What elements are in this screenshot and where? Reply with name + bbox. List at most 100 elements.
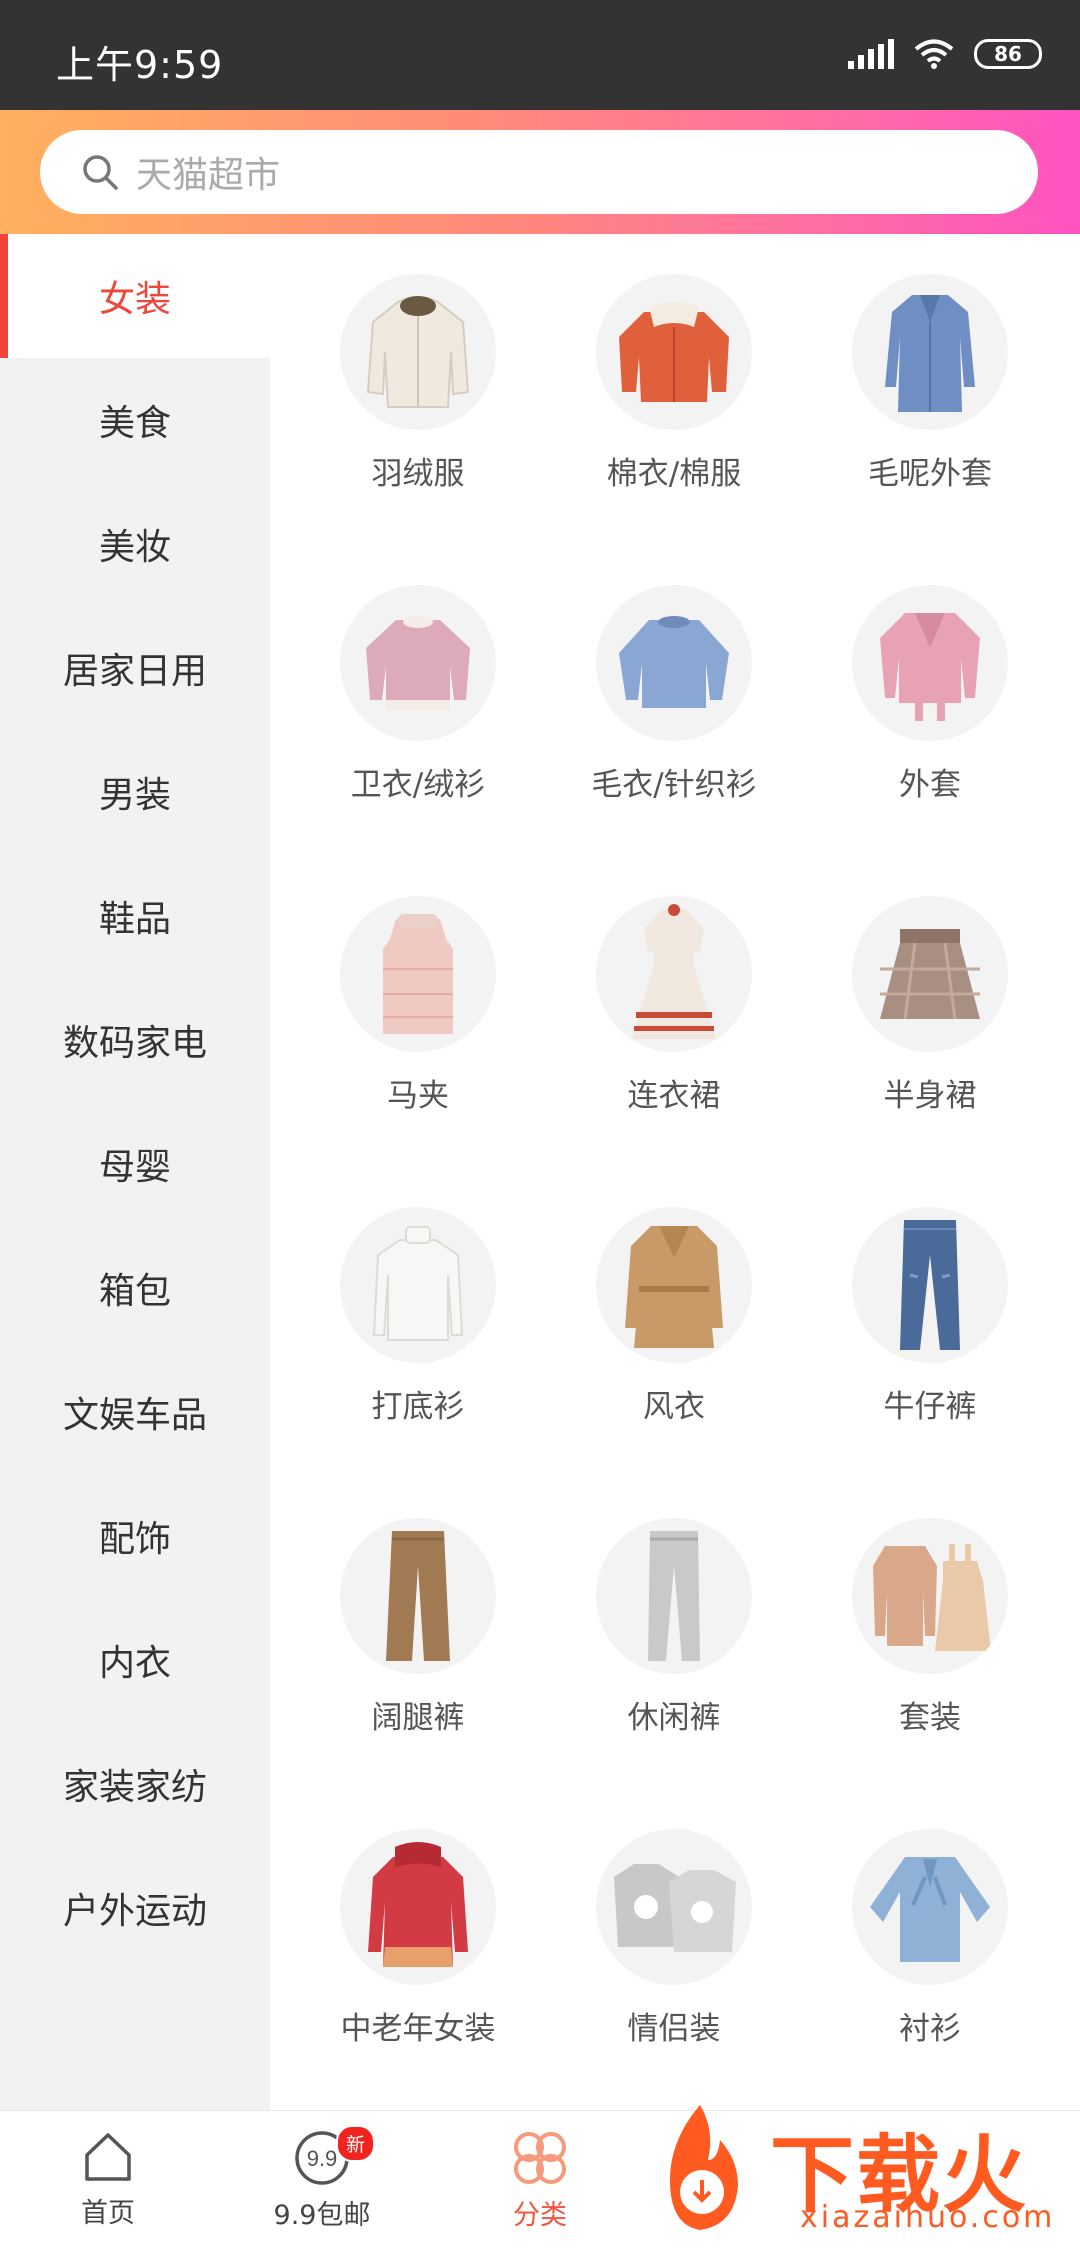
elder-coat-icon: [368, 1842, 468, 1967]
sidebar-item-home[interactable]: 居家日用: [0, 606, 270, 730]
tab-label: 9.9包邮: [273, 2200, 371, 2231]
subcategory-grid: 羽绒服 棉衣/棉服 毛呢外套 卫衣/绒衫 毛衣/针织衫 外套 马夹 连衣裙 半身…: [270, 274, 1080, 2048]
subcategory-item[interactable]: 中老年女装: [290, 1829, 546, 2048]
subcategory-item[interactable]: 棉衣/棉服: [546, 274, 802, 493]
down-jacket-icon: [366, 296, 470, 408]
sidebar-item-culture-car[interactable]: 文娱车品: [0, 1350, 270, 1474]
watermark-url: xiazaihuo.com: [800, 2200, 1056, 2235]
status-icons: 86: [848, 38, 1042, 70]
sidebar-item-accessories[interactable]: 配饰: [0, 1474, 270, 1598]
sidebar-item-underwear[interactable]: 内衣: [0, 1598, 270, 1722]
sidebar-item-home-textile[interactable]: 家装家纺: [0, 1722, 270, 1846]
thumb: [340, 1518, 496, 1674]
tab-nine-nine[interactable]: 9.9 新 9.9包邮: [242, 2125, 402, 2232]
jeans-icon: [900, 1220, 960, 1350]
sidebar-item-outdoor[interactable]: 户外运动: [0, 1846, 270, 1970]
thumb: [340, 1207, 496, 1363]
subcategory-label: 半身裙: [883, 1078, 977, 1114]
sidebar-item-women[interactable]: 女装: [0, 234, 270, 358]
sidebar-item-food[interactable]: 美食: [0, 358, 270, 482]
sidebar-item-men[interactable]: 男装: [0, 730, 270, 854]
subcategory-item[interactable]: 衬衫: [802, 1829, 1058, 2048]
subcategory-item[interactable]: 羽绒服: [290, 274, 546, 493]
subcategory-item[interactable]: 阔腿裤: [290, 1518, 546, 1737]
sweater-icon: [619, 616, 729, 708]
sidebar-item-shoes[interactable]: 鞋品: [0, 854, 270, 978]
sidebar-item-digital[interactable]: 数码家电: [0, 978, 270, 1102]
subcategory-item[interactable]: 休闲裤: [546, 1518, 802, 1737]
subcategory-item[interactable]: 马夹: [290, 896, 546, 1115]
search-placeholder: 天猫超市: [136, 155, 281, 196]
thumb: [596, 1518, 752, 1674]
subcategory-label: 情侣装: [627, 2011, 721, 2047]
svg-text:9.9: 9.9: [307, 2146, 338, 2171]
watermark-logo: 下载火 xiazaihuo.com: [640, 2100, 1080, 2248]
subcategory-item[interactable]: 毛衣/针织衫: [546, 585, 802, 804]
subcategory-label: 休闲裤: [627, 1700, 721, 1736]
thumb: [596, 896, 752, 1052]
signal-icon: [848, 39, 894, 69]
thumb: [852, 1829, 1008, 1985]
tab-home[interactable]: 首页: [28, 2129, 188, 2230]
subcategory-label: 风衣: [643, 1389, 705, 1425]
subcategory-label: 马夹: [387, 1078, 449, 1114]
flame-logo-icon: [670, 2105, 738, 2230]
subcategory-label: 牛仔裤: [883, 1389, 977, 1425]
wifi-icon: [914, 39, 954, 69]
search-input[interactable]: 天猫超市: [40, 130, 1038, 214]
trench-coat-icon: [625, 1225, 723, 1348]
sweatshirt-icon: [366, 616, 470, 710]
wool-coat-icon: [885, 295, 975, 412]
subcategory-item[interactable]: 卫衣/绒衫: [290, 585, 546, 804]
subcategory-label: 棉衣/棉服: [606, 456, 742, 492]
category-content: 羽绒服 棉衣/棉服 毛呢外套 卫衣/绒衫 毛衣/针织衫 外套 马夹 连衣裙 半身…: [270, 234, 1080, 2110]
subcategory-label: 套装: [899, 1700, 961, 1736]
subcategory-item[interactable]: 套装: [802, 1518, 1058, 1737]
thumb: [852, 585, 1008, 741]
subcategory-label: 卫衣/绒衫: [350, 767, 486, 803]
subcategory-label: 连衣裙: [627, 1078, 721, 1114]
subcategory-label: 打底衫: [371, 1389, 465, 1425]
suit-set-icon: [873, 1544, 991, 1651]
sidebar-item-baby[interactable]: 母婴: [0, 1102, 270, 1226]
subcategory-label: 外套: [899, 767, 961, 803]
subcategory-item[interactable]: 情侣装: [546, 1829, 802, 2048]
new-badge: 新: [336, 2125, 376, 2162]
sidebar-item-bags[interactable]: 箱包: [0, 1226, 270, 1350]
subcategory-label: 毛呢外套: [868, 456, 992, 492]
category-sidebar: 女装 美食 美妆 居家日用 男装 鞋品 数码家电 母婴 箱包 文娱车品 配饰 内…: [0, 234, 270, 2110]
thumb: [596, 585, 752, 741]
subcategory-item[interactable]: 半身裙: [802, 896, 1058, 1115]
thumb: [340, 274, 496, 430]
cotton-coat-icon: [619, 302, 729, 402]
subcategory-item[interactable]: 打底衫: [290, 1207, 546, 1426]
thumb: [340, 585, 496, 741]
status-bar: 上午9:59 86: [0, 0, 1080, 110]
tab-category[interactable]: 分类: [460, 2129, 620, 2232]
subcategory-item[interactable]: 风衣: [546, 1207, 802, 1426]
thumb: [852, 274, 1008, 430]
couple-hoodie-icon: [614, 1864, 736, 1952]
blouse-icon: [870, 1857, 990, 1962]
thumb: [596, 1207, 752, 1363]
subcategory-item[interactable]: 牛仔裤: [802, 1207, 1058, 1426]
subcategory-item[interactable]: 毛呢外套: [802, 274, 1058, 493]
thumb: [852, 896, 1008, 1052]
subcategory-label: 中老年女装: [340, 2011, 496, 2047]
subcategory-label: 毛衣/针织衫: [591, 767, 757, 803]
search-icon: [83, 155, 118, 190]
subcategory-label: 阔腿裤: [371, 1700, 465, 1736]
wide-pants-icon: [386, 1531, 450, 1661]
casual-pants-icon: [648, 1531, 700, 1661]
skirt-icon: [880, 929, 980, 1020]
subcategory-label: 衬衫: [899, 2011, 961, 2047]
thumb: [852, 1518, 1008, 1674]
thumb: [852, 1207, 1008, 1363]
tab-label: 首页: [81, 2198, 135, 2229]
tab-label: 分类: [513, 2200, 567, 2231]
subcategory-item[interactable]: 外套: [802, 585, 1058, 804]
vest-icon: [383, 914, 453, 1034]
sidebar-item-beauty[interactable]: 美妆: [0, 482, 270, 606]
base-shirt-icon: [372, 1226, 464, 1341]
subcategory-item[interactable]: 连衣裙: [546, 896, 802, 1115]
